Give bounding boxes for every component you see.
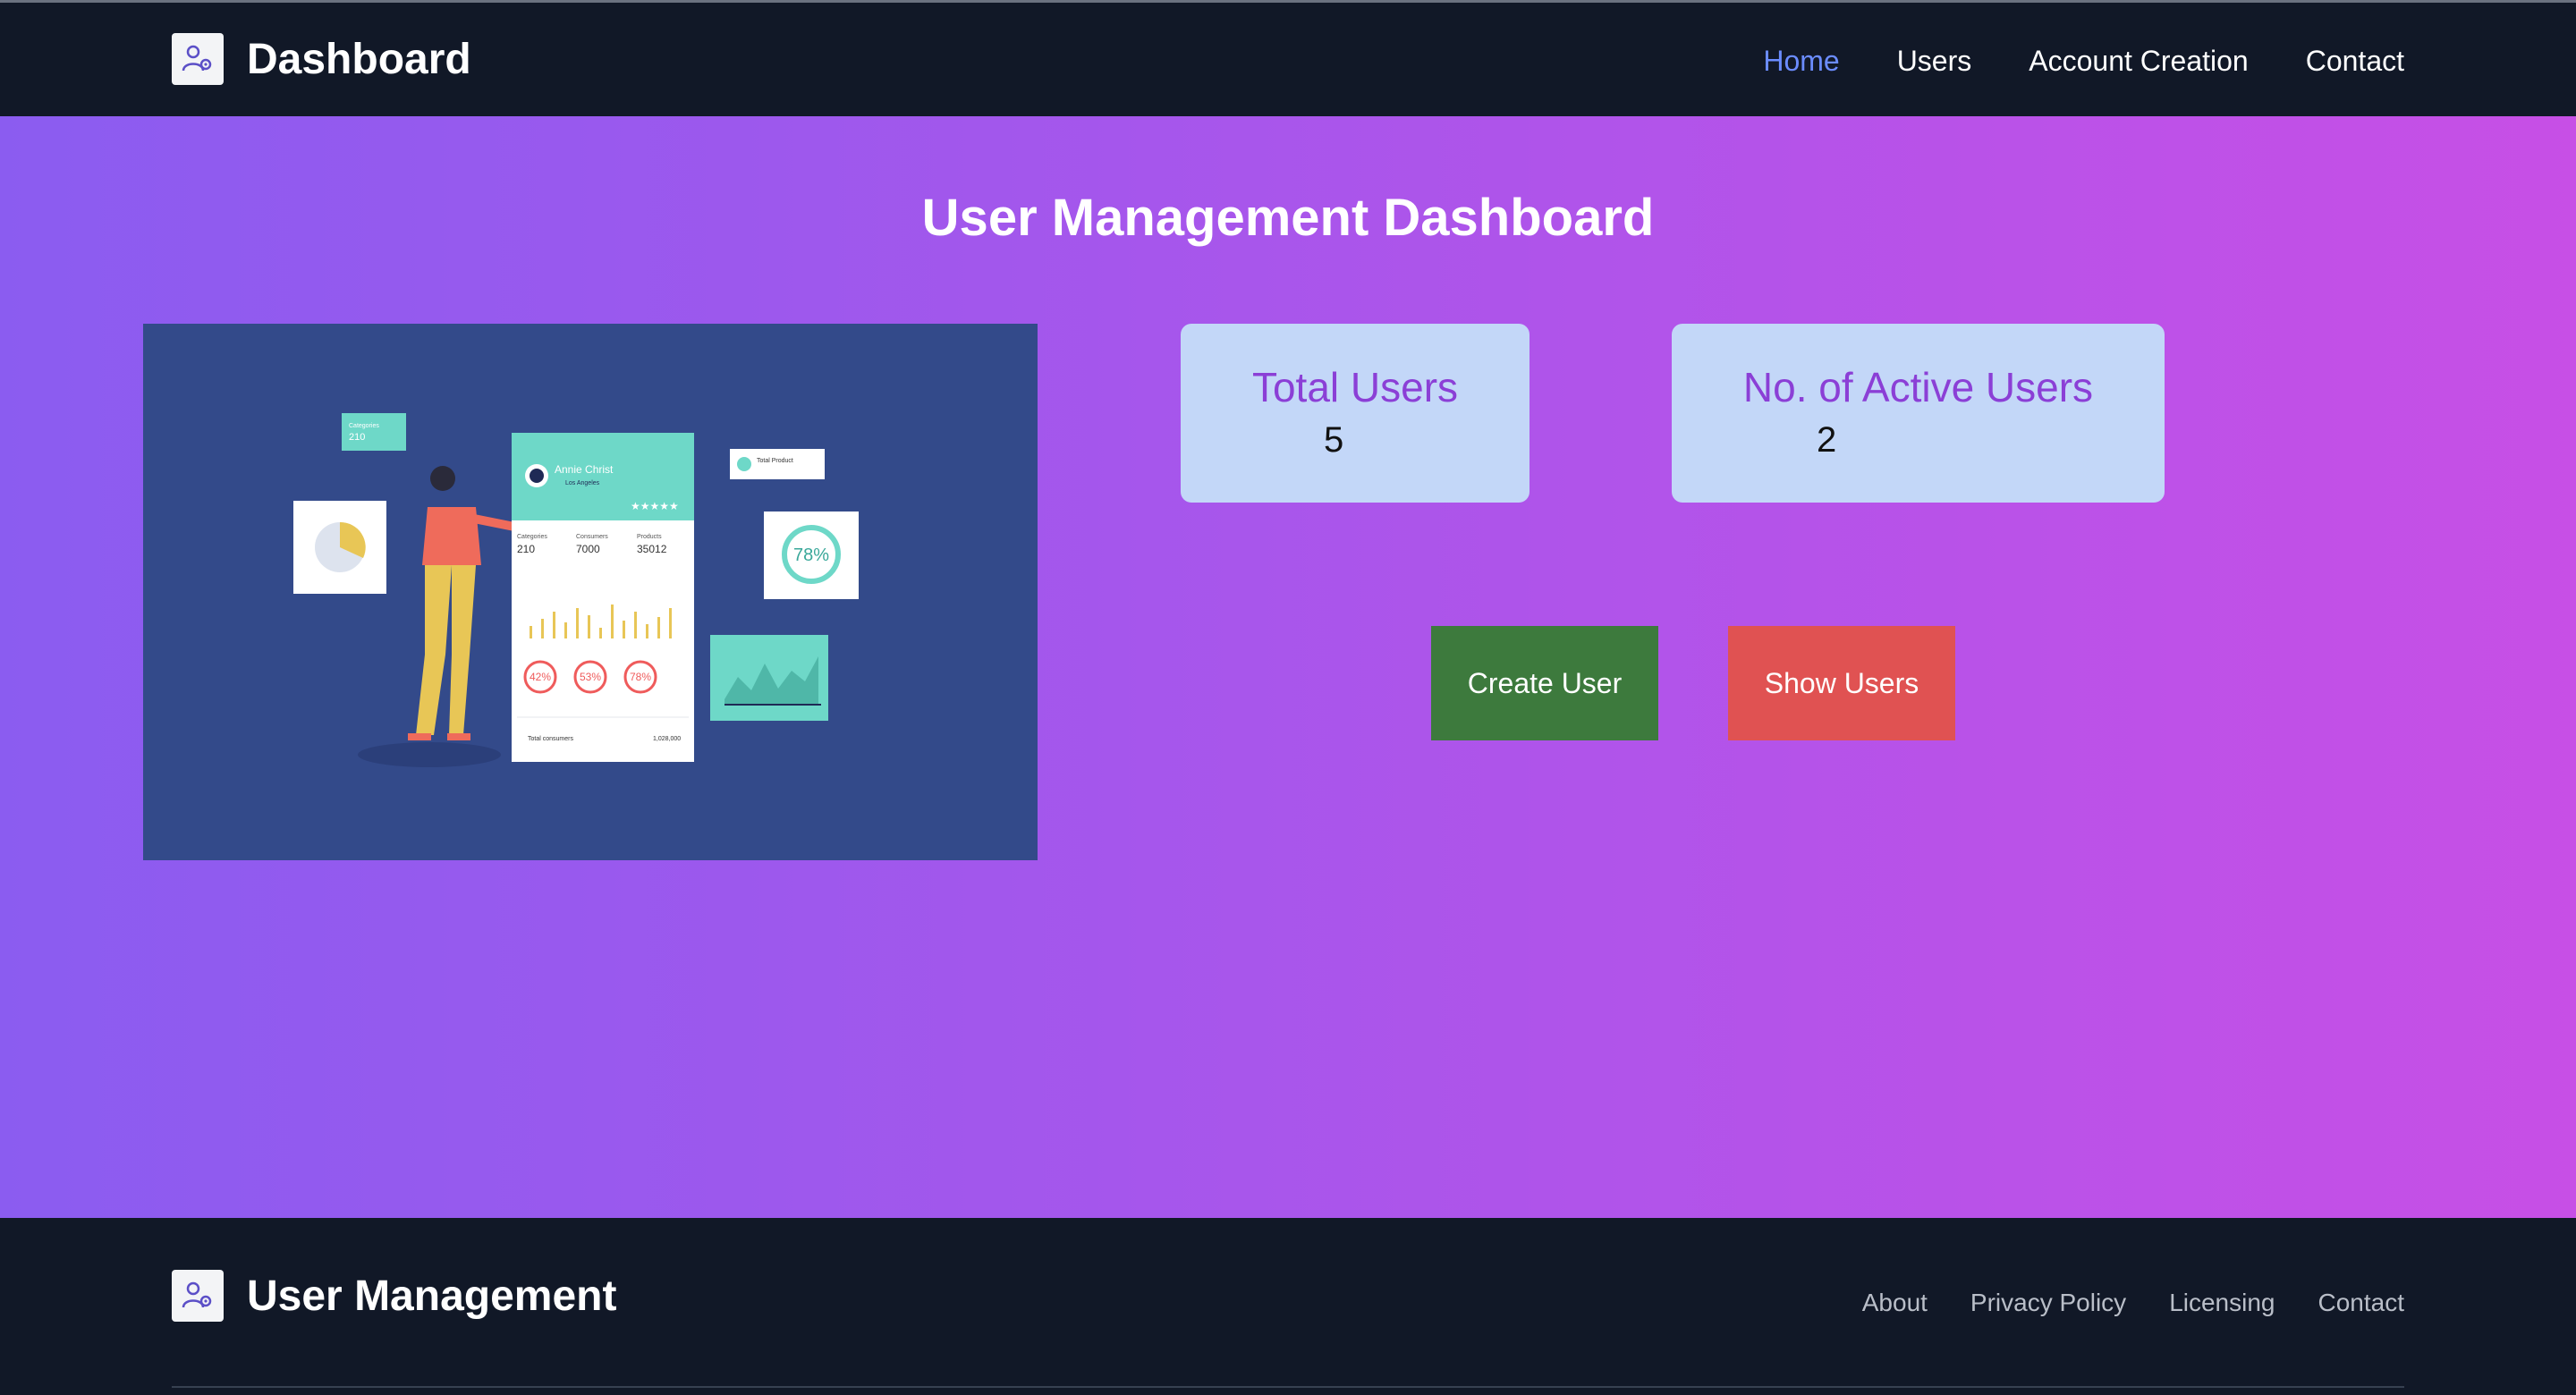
mini-bar [669, 608, 672, 638]
mini-bar [634, 612, 637, 638]
total-product-card: Total Product [730, 449, 825, 479]
gauge-card: 78% [764, 512, 859, 599]
nav-link-users[interactable]: Users [1897, 45, 1972, 78]
active-users-card: No. of Active Users 2 [1672, 324, 2165, 503]
products-label: Products [637, 534, 662, 540]
footer-link-licensing[interactable]: Licensing [2169, 1289, 2275, 1317]
small-card-value: 210 [349, 432, 365, 443]
mini-bar [599, 628, 602, 638]
navbar-title: Dashboard [247, 35, 471, 83]
consumers-value: 7000 [576, 543, 600, 555]
footer-link-contact[interactable]: Contact [2318, 1289, 2405, 1317]
mini-bar [541, 619, 544, 638]
nav-link-account-creation[interactable]: Account Creation [2029, 45, 2248, 78]
categories-value: 210 [517, 543, 535, 555]
mini-bar [530, 626, 532, 638]
footer-link-privacy-policy[interactable]: Privacy Policy [1970, 1289, 2126, 1317]
pie-chart-card [293, 501, 386, 594]
navbar: Dashboard Home Users Account Creation Co… [0, 0, 2576, 116]
nav-link-home[interactable]: Home [1763, 45, 1839, 78]
footer-title: User Management [247, 1272, 617, 1320]
footer-link-about[interactable]: About [1862, 1289, 1928, 1317]
mini-bar [576, 608, 579, 638]
nav-links: Home Users Account Creation Contact [1706, 3, 2404, 119]
dashboard-illustration: Annie Christ Los Angeles ★★★★★ Categorie… [143, 324, 1038, 860]
profile-name: Annie Christ [555, 463, 614, 476]
mini-bar [564, 622, 567, 638]
page-title: User Management Dashboard [921, 189, 1655, 247]
categories-mini-card: Categories 210 [342, 413, 406, 451]
footer-divider [172, 1386, 2404, 1388]
mini-bar [623, 621, 625, 638]
main-section: User Management Dashboard Annie Christ L… [0, 116, 2576, 1218]
person-illustration [408, 466, 520, 740]
area-chart-card [710, 635, 828, 721]
big-gauge-value: 78% [793, 545, 829, 565]
total-consumers-label: Total consumers [528, 736, 573, 742]
mini-bar [588, 615, 590, 638]
active-users-value: 2 [1817, 420, 1837, 460]
products-value: 35012 [637, 543, 667, 555]
mini-bar [657, 617, 660, 638]
mini-bar [553, 612, 555, 638]
footer: User Management About Privacy Policy Lic… [0, 1218, 2576, 1395]
gauge-value-3: 78% [630, 671, 651, 683]
footer-links: About Privacy Policy Licensing Contact [1819, 1218, 2404, 1388]
rating-stars: ★★★★★ [631, 500, 679, 512]
navbar-brand[interactable]: Dashboard [172, 31, 471, 87]
profile-location: Los Angeles [565, 480, 600, 486]
create-user-button[interactable]: Create User [1431, 626, 1658, 740]
consumers-label: Consumers [576, 534, 608, 540]
show-users-button[interactable]: Show Users [1728, 626, 1955, 740]
total-consumers-value: 1,028,000 [653, 736, 681, 742]
total-users-value: 5 [1324, 420, 1344, 460]
mini-bar [611, 604, 614, 638]
categories-label: Categories [517, 534, 547, 540]
total-product-label: Total Product [757, 458, 793, 464]
mini-bar [646, 624, 648, 638]
footer-brand[interactable]: User Management [172, 1268, 616, 1323]
gauge-value-2: 53% [580, 671, 601, 683]
gauge-value-1: 42% [530, 671, 551, 683]
small-card-label: Categories [349, 423, 379, 429]
phone-card: Annie Christ Los Angeles ★★★★★ Categorie… [512, 433, 694, 762]
total-users-label: Total Users [1251, 364, 1459, 410]
user-gear-icon [172, 1270, 224, 1322]
total-users-card: Total Users 5 [1181, 324, 1530, 503]
active-users-label: No. of Active Users [1742, 364, 2094, 410]
user-gear-icon [172, 33, 224, 85]
nav-link-contact[interactable]: Contact [2306, 45, 2404, 78]
